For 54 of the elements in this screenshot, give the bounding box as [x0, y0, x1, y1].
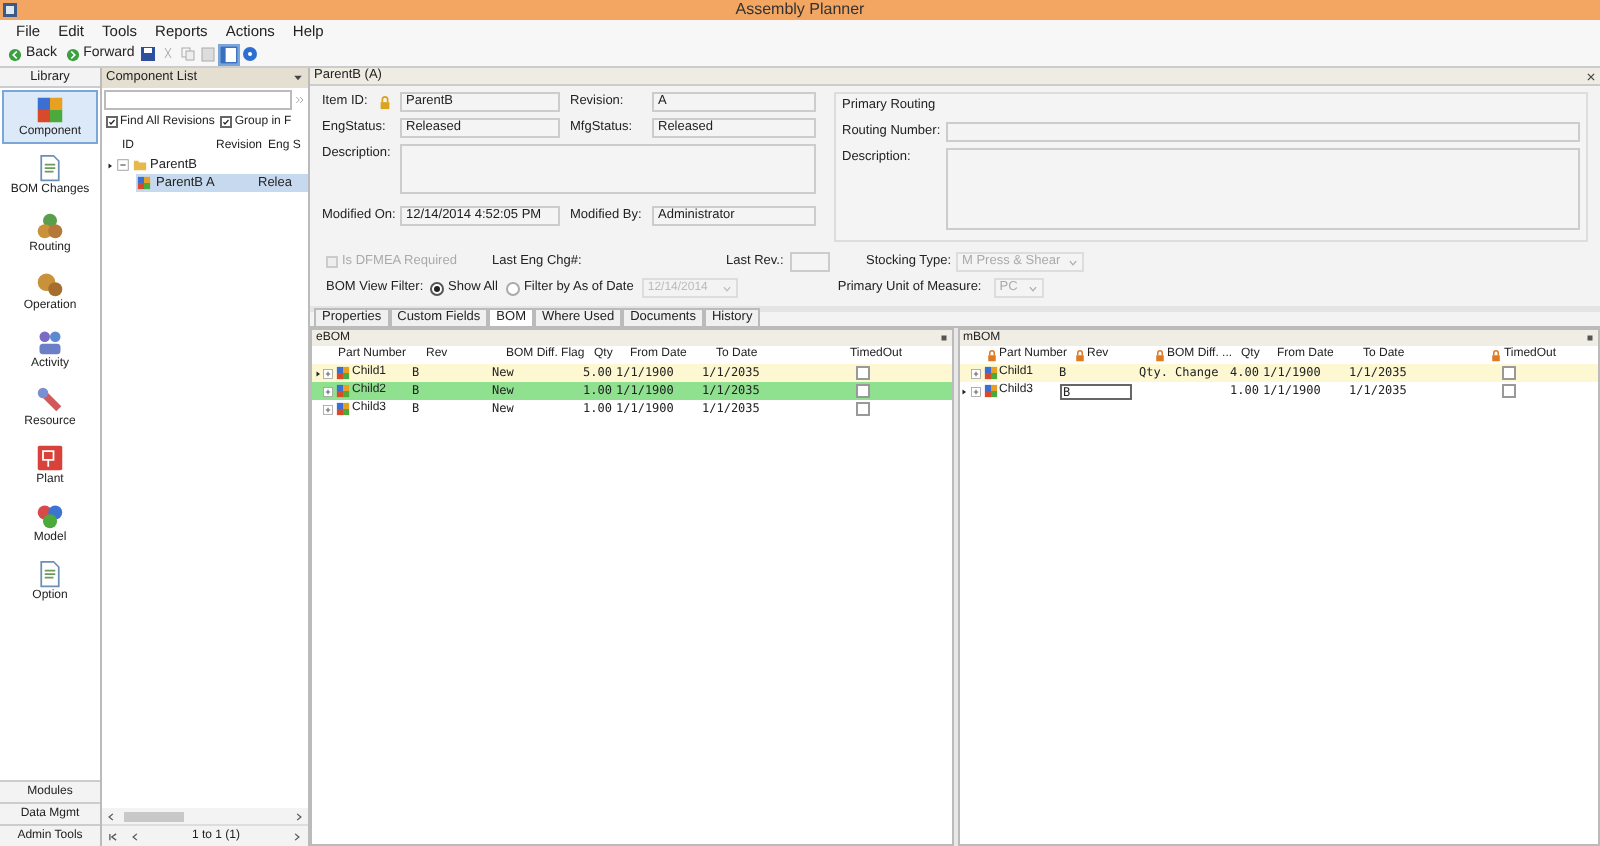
row-marker-icon: [106, 161, 114, 169]
collapse-icon[interactable]: [116, 158, 130, 172]
close-icon[interactable]: [1586, 71, 1596, 81]
checkbox[interactable]: [220, 116, 233, 128]
chevron-down-icon: [721, 283, 732, 293]
scrollbar-thumb[interactable]: [124, 811, 184, 821]
chevron-left-icon[interactable]: [130, 831, 140, 841]
factory-icon: [36, 443, 64, 471]
spheres-icon: [36, 501, 64, 529]
input-field[interactable]: [790, 252, 830, 272]
panel-icon[interactable]: [220, 45, 239, 63]
app-icon: [2, 2, 18, 18]
component-icon: [336, 366, 350, 380]
save-icon[interactable]: [140, 46, 157, 62]
document-icon: [36, 559, 64, 587]
component-icon: [336, 384, 350, 398]
expand-icon[interactable]: [969, 385, 981, 397]
people-icon: [36, 327, 64, 355]
arrow-circle-icon: [65, 47, 80, 61]
expand-icon[interactable]: [322, 367, 334, 379]
chevron-down-icon: [1068, 257, 1078, 267]
chevron-down-icon: [1027, 283, 1038, 293]
document-icon: [36, 153, 64, 181]
checkbox[interactable]: [855, 366, 869, 380]
window-title: Assembly Planner: [735, 0, 865, 18]
input-field[interactable]: [946, 147, 1580, 230]
radio-button[interactable]: [430, 281, 444, 295]
chevron-left-icon[interactable]: [106, 811, 116, 821]
row-marker-icon: [960, 387, 968, 395]
checkbox[interactable]: [1502, 366, 1516, 380]
input-field[interactable]: [946, 121, 1580, 142]
double-chevron-icon: [294, 94, 306, 106]
expand-icon[interactable]: [322, 403, 334, 415]
input-field[interactable]: [400, 144, 816, 194]
help-icon[interactable]: [242, 46, 259, 62]
search-field[interactable]: [104, 90, 292, 110]
radio-button[interactable]: [505, 281, 520, 295]
folder-icon: [132, 158, 148, 172]
clipboard-icon[interactable]: [200, 46, 217, 62]
component-icon: [983, 384, 997, 398]
checkbox[interactable]: [855, 402, 869, 416]
first-page-icon[interactable]: [108, 831, 118, 841]
checkbox[interactable]: [855, 384, 869, 398]
row-marker-icon: [313, 369, 321, 377]
checkbox[interactable]: [1502, 384, 1516, 398]
lock-icon: [378, 95, 392, 109]
checkbox[interactable]: [106, 116, 118, 128]
expand-icon[interactable]: [969, 367, 981, 379]
component-icon: [983, 366, 997, 380]
puzzle-icon: [36, 95, 64, 123]
expand-icon[interactable]: [322, 385, 334, 397]
component-icon: [336, 402, 350, 416]
component-icon: [136, 176, 152, 190]
arrow-circle-icon: [8, 47, 22, 61]
